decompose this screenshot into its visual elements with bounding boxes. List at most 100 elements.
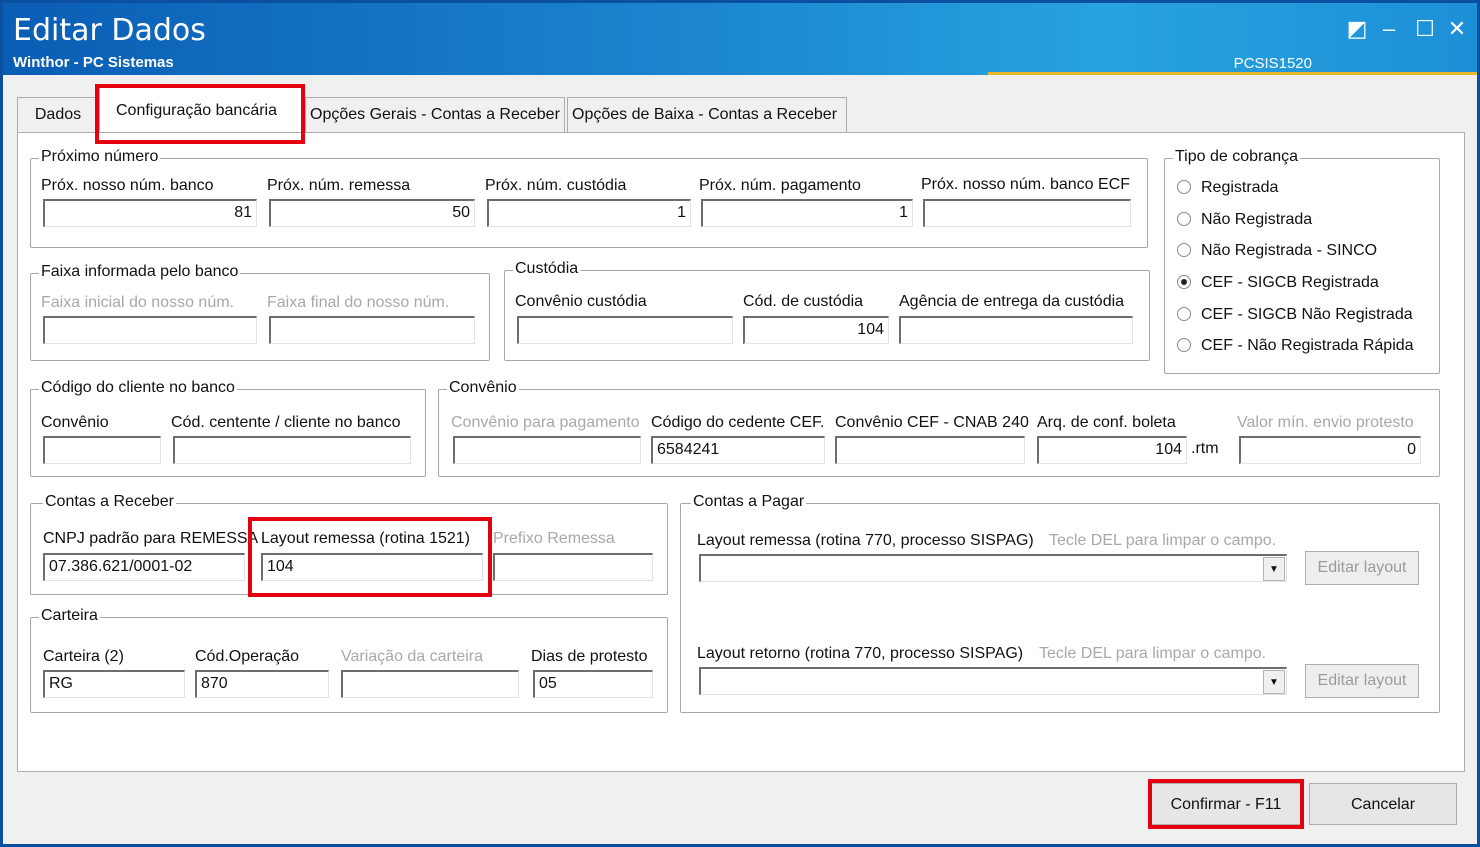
legend-contas-receber: Contas a Receber [43,493,176,511]
input-carteira[interactable]: RG [43,670,185,698]
label-faixa-final: Faixa final do nosso núm. [267,294,450,311]
radio-label: Não Registrada - SINCO [1201,242,1378,259]
select-layout-remessa-sispag[interactable]: ▼ [699,554,1287,582]
group-custodia: Custódia Convênio custódia Cód. de custó… [504,260,1150,361]
input-valor-min-protesto[interactable]: 0 [1239,436,1421,464]
legend-proximo-numero: Próximo número [39,148,161,166]
label-cod-custodia: Cód. de custódia [743,293,864,310]
edit-layout-remessa-button[interactable]: Editar layout [1305,551,1419,585]
input-prefixo-remessa[interactable] [493,553,653,581]
input-codigo-cedente-cef[interactable]: 6584241 [651,436,825,464]
tab-opcoes-gerais-receber[interactable]: Opções Gerais - Contas a Receber [305,97,565,133]
label-layout-remessa-sispag: Layout remessa (rotina 770, processo SIS… [697,532,1034,549]
group-proximo-numero: Próximo número Próx. nosso núm. banco Pr… [30,148,1148,248]
input-prox-ecf[interactable] [923,199,1131,227]
tab-configuracao-bancaria[interactable]: Configuração bancária [99,87,305,133]
radio-cef-sigcb-nao-registrada[interactable]: CEF - SIGCB Não Registrada [1177,306,1413,324]
bank-config-panel: Próximo número Próx. nosso núm. banco Pr… [17,132,1465,772]
input-convenio-custodia[interactable] [517,316,733,344]
title-accent-line [988,72,1477,75]
label-prox-remessa: Próx. núm. remessa [267,177,411,194]
maximize-icon[interactable]: ☐ [1411,15,1439,43]
label-prox-ecf: Próx. nosso núm. banco ECF [921,176,1130,193]
label-prefixo-remessa: Prefixo Remessa [493,530,615,547]
radio-label: CEF - SIGCB Não Registrada [1201,306,1413,323]
group-convenio: Convênio Convênio para pagamento Código … [438,379,1440,477]
legend-contas-pagar: Contas a Pagar [691,493,807,511]
label-arq-conf-boleta: Arq. de conf. boleta [1037,414,1176,431]
input-cod-operacao[interactable]: 870 [195,670,329,698]
legend-custodia: Custódia [513,260,581,278]
radio-nao-registrada-sinco[interactable]: Não Registrada - SINCO [1177,242,1377,260]
label-valor-min-protesto: Valor mín. envio protesto [1237,414,1414,431]
tab-strip: Dados Configuração bancária Opções Gerai… [17,87,1467,133]
input-convenio[interactable] [43,436,161,464]
radio-label: Não Registrada [1201,211,1313,228]
label-prox-custodia: Próx. núm. custódia [485,177,627,194]
radio-label: Registrada [1201,179,1279,196]
input-convenio-cef-cnab[interactable] [835,436,1025,464]
label-convenio-cef-cnab: Convênio CEF - CNAB 240 [835,414,1029,431]
label-prox-pagamento: Próx. núm. pagamento [699,177,861,194]
input-dias-protesto[interactable]: 05 [533,670,653,698]
minimize-icon[interactable]: ‒ [1375,15,1403,43]
label-agencia-custodia: Agência de entrega da custódia [899,293,1125,310]
group-carteira: Carteira Carteira (2) Cód.Operação Varia… [30,607,668,713]
title-bar[interactable]: Editar Dados Winthor - PC Sistemas PCSIS… [3,3,1477,75]
legend-convenio: Convênio [447,379,519,397]
restore-layout-icon[interactable]: ◩ [1343,15,1371,43]
input-variacao-carteira[interactable] [341,670,519,698]
cancel-button[interactable]: Cancelar [1309,783,1457,825]
label-convenio-pagamento: Convênio para pagamento [451,414,640,431]
input-convenio-pagamento[interactable] [453,436,641,464]
routine-code: PCSIS1520 [1233,55,1312,72]
input-faixa-inicial[interactable] [43,316,257,344]
label-cnpj-remessa: CNPJ padrão para REMESSA [43,530,259,547]
group-codigo-cliente: Código do cliente no banco Convênio Cód.… [30,379,426,477]
select-layout-retorno-sispag[interactable]: ▼ [699,667,1287,695]
window-subtitle: Winthor - PC Sistemas [13,54,174,71]
input-arq-conf-boleta[interactable]: 104 [1037,436,1187,464]
radio-label: CEF - Não Registrada Rápida [1201,337,1414,354]
input-faixa-final[interactable] [269,316,475,344]
radio-circle-icon [1177,180,1191,194]
tab-opcoes-baixa-receber[interactable]: Opções de Baixa - Contas a Receber [567,97,847,133]
label-prox-nosso-num: Próx. nosso núm. banco [41,177,214,194]
chevron-down-icon[interactable]: ▼ [1263,670,1285,694]
label-codigo-cedente-cef: Código do cedente CEF. [651,414,825,431]
input-prox-pagamento[interactable]: 1 [701,199,913,227]
group-contas-pagar: Contas a Pagar Layout remessa (rotina 77… [680,493,1440,713]
edit-layout-retorno-button[interactable]: Editar layout [1305,664,1419,698]
input-prox-remessa[interactable]: 50 [269,199,475,227]
label-layout-retorno-sispag: Layout retorno (rotina 770, processo SIS… [697,645,1024,662]
hint-retorno-sispag: Tecle DEL para limpar o campo. [1039,645,1267,662]
edit-data-window: Editar Dados Winthor - PC Sistemas PCSIS… [0,0,1480,847]
label-cod-operacao: Cód.Operação [195,648,300,665]
input-layout-remessa-1521[interactable]: 104 [261,553,483,581]
label-variacao-carteira: Variação da carteira [341,648,483,665]
rtm-suffix: .rtm [1191,440,1219,457]
input-cnpj-remessa[interactable]: 07.386.621/0001-02 [43,553,245,581]
label-carteira: Carteira (2) [43,648,124,665]
input-cod-cedente[interactable] [173,436,411,464]
legend-carteira: Carteira [39,607,100,625]
radio-nao-registrada[interactable]: Não Registrada [1177,211,1312,229]
group-contas-receber: Contas a Receber CNPJ padrão para REMESS… [30,493,668,595]
tab-dados[interactable]: Dados [17,97,99,133]
radio-cef-nao-registrada-rapida[interactable]: CEF - Não Registrada Rápida [1177,337,1414,355]
label-dias-protesto: Dias de protesto [531,648,648,665]
input-prox-custodia[interactable]: 1 [487,199,691,227]
radio-selected-icon [1177,275,1191,289]
radio-cef-sigcb-registrada[interactable]: CEF - SIGCB Registrada [1177,274,1379,292]
chevron-down-icon[interactable]: ▼ [1263,557,1285,581]
radio-registrada[interactable]: Registrada [1177,179,1278,197]
input-cod-custodia[interactable]: 104 [743,316,889,344]
radio-circle-icon [1177,307,1191,321]
input-prox-nosso-num[interactable]: 81 [43,199,257,227]
close-icon[interactable]: ✕ [1443,15,1471,43]
radio-circle-icon [1177,338,1191,352]
window-title: Editar Dados [13,13,206,48]
input-agencia-custodia[interactable] [899,316,1133,344]
confirm-button[interactable]: Confirmar - F11 [1151,783,1301,825]
legend-codigo-cliente: Código do cliente no banco [39,379,237,397]
